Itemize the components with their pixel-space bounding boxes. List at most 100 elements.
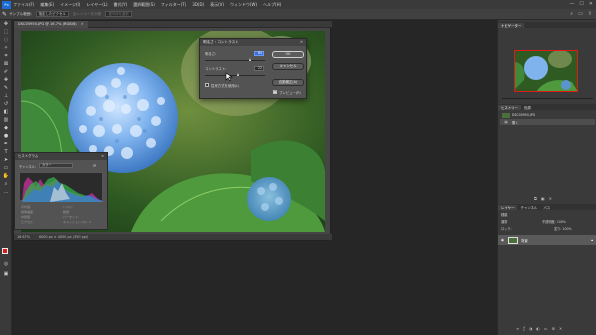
menu-window[interactable]: ウィンドウ(W) [230, 2, 257, 8]
channel-select[interactable]: カラー [39, 163, 73, 168]
stat-median: 中間値: [21, 215, 32, 219]
quick-select-tool-icon[interactable]: ✧ [0, 44, 12, 52]
ok-button[interactable]: OK [272, 51, 304, 58]
quick-mask-icon[interactable]: ◎ [0, 260, 12, 268]
trash-icon[interactable]: ✕ [559, 326, 562, 331]
healing-tool-icon[interactable]: ✚ [0, 76, 12, 84]
new-layer-icon[interactable]: ⊞ [552, 326, 555, 331]
refresh-icon[interactable]: ⟳ [93, 163, 96, 168]
move-tool-icon[interactable]: ✥ [0, 20, 12, 28]
lasso-tool-icon[interactable]: ◌ [0, 36, 12, 44]
tab-layers[interactable]: レイヤー [498, 204, 518, 210]
search-icon[interactable]: ⌕ [570, 11, 573, 17]
minimize-icon[interactable]: — [569, 1, 574, 7]
navigator-zoom-slider[interactable] [502, 98, 593, 99]
fill-field[interactable]: 塗り: 100% [554, 226, 572, 231]
cancel-button[interactable]: キャンセル [272, 63, 304, 70]
history-step-icon: ▤ [504, 120, 508, 124]
tab-navigator[interactable]: ナビゲーター [498, 22, 525, 28]
fx-icon[interactable]: ƒ [523, 326, 524, 331]
menu-file[interactable]: ファイル(F) [13, 2, 34, 8]
link-icon[interactable]: ∞ [516, 326, 519, 331]
workspace-icon[interactable]: ▭ [578, 11, 583, 17]
more-tools-icon[interactable]: … [0, 188, 12, 196]
navigator-view-box[interactable] [514, 50, 578, 92]
close-tab-icon[interactable]: ✕ [81, 22, 84, 26]
eyedropper-tool-icon[interactable]: ✐ [0, 68, 12, 76]
history-step[interactable]: ▤ 開く [500, 119, 595, 125]
zoom-tool-icon[interactable]: ⌕ [0, 180, 12, 188]
mask-icon[interactable]: ◑ [529, 326, 533, 331]
tab-history[interactable]: ヒストリー [498, 104, 521, 110]
tab-channels[interactable]: チャンネル [517, 205, 540, 210]
menu-filter[interactable]: フィルター(T) [161, 2, 186, 8]
brush-tool-icon[interactable]: ✎ [0, 84, 12, 92]
blur-tool-icon[interactable]: ◆ [0, 124, 12, 132]
foreground-color-swatch[interactable] [2, 248, 8, 254]
close-window-icon[interactable]: ✕ [589, 1, 593, 7]
eye-icon[interactable]: ◉ [500, 238, 505, 242]
channel-label: チャンネル: [19, 165, 36, 169]
path-select-tool-icon[interactable]: ➤ [0, 156, 12, 164]
brightness-input[interactable]: 84 [254, 51, 264, 56]
brightness-slider-thumb[interactable] [249, 58, 252, 61]
close-dialog-icon[interactable]: ✕ [300, 39, 303, 46]
brush-icon[interactable]: ✎ [0, 11, 9, 18]
legacy-label[interactable]: 従来方式を使用(L) [211, 83, 239, 88]
stamp-tool-icon[interactable]: ⊥ [0, 92, 12, 100]
menu-view[interactable]: 表示(V) [210, 2, 224, 8]
histogram-header[interactable]: ヒストグラム ≡ [15, 153, 107, 160]
menu-image[interactable]: イメージ(I) [60, 2, 80, 8]
menu-help[interactable]: ヘルプ(H) [263, 2, 281, 8]
gradient-tool-icon[interactable]: ▥ [0, 116, 12, 124]
crop-tool-icon[interactable]: ⌗ [0, 52, 12, 60]
sample-all-layers-checkbox[interactable]: 全レイヤーを対象 [73, 12, 102, 17]
pen-tool-icon[interactable]: ✒ [0, 140, 12, 148]
zoom-level[interactable]: 16.67% [17, 235, 30, 239]
share-icon[interactable]: ⇪ [588, 11, 592, 17]
opacity-field[interactable]: 不透明度: 100% [542, 219, 566, 224]
layer-row-background[interactable]: ◉ 背景 🔒︎ [498, 235, 596, 245]
document-tab-title: DSC05950.JPG @ 16.7% (RGB/8) [18, 21, 77, 26]
tab-adjustments[interactable]: 色調 [521, 105, 534, 110]
sample-select[interactable]: 指定したピクセル [35, 11, 69, 17]
layer-kind-filter[interactable]: 種類 [501, 212, 507, 217]
contrast-input[interactable]: 22 [254, 66, 264, 71]
dodge-tool-icon[interactable]: ● [0, 132, 12, 140]
select-subject-button[interactable]: 被写体を選択 [105, 11, 132, 17]
menu-edit[interactable]: 編集(E) [40, 2, 54, 8]
trash-icon[interactable]: ✕ [549, 196, 552, 201]
preview-label[interactable]: プレビュー(P) [279, 90, 301, 95]
auto-button[interactable]: 自動補正(A) [272, 79, 304, 86]
legacy-checkbox[interactable] [205, 83, 209, 87]
panel-menu-icon[interactable]: ≡ [101, 153, 104, 160]
brightness-slider-track[interactable] [205, 60, 265, 61]
menu-select[interactable]: 選択範囲(S) [133, 2, 155, 8]
shape-tool-icon[interactable]: ▭ [0, 164, 12, 172]
preview-checkbox[interactable] [273, 89, 277, 94]
navigator-preview[interactable] [514, 50, 578, 92]
camera-icon[interactable]: ▣ [541, 196, 545, 201]
eraser-tool-icon[interactable]: ◧ [0, 108, 12, 116]
blend-mode-select[interactable]: 通常 [501, 219, 507, 224]
folder-icon[interactable]: ▭ [544, 326, 548, 331]
frame-tool-icon[interactable]: ⊠ [0, 60, 12, 68]
contrast-slider-track[interactable] [205, 75, 265, 76]
hand-tool-icon[interactable]: ✋ [0, 172, 12, 180]
menu-layer[interactable]: レイヤー(L) [86, 2, 107, 8]
adjust-icon[interactable]: ◐ [536, 326, 540, 331]
menu-3d[interactable]: 3D(D) [192, 2, 204, 7]
history-brush-tool-icon[interactable]: ↺ [0, 100, 12, 108]
dialog-title-bar[interactable]: 明るさ・コントラスト ✕ [200, 39, 306, 46]
screen-mode-icon[interactable]: ▣ [0, 270, 12, 278]
snapshot-icon[interactable]: ⧉ [534, 196, 537, 201]
type-tool-icon[interactable]: T [0, 148, 12, 156]
document-tab[interactable]: DSC05950.JPG @ 16.7% (RGB/8) ✕ [14, 20, 88, 28]
contrast-slider-thumb[interactable] [237, 73, 240, 76]
history-snapshot[interactable]: DSC05950.JPG [500, 112, 595, 118]
maximize-icon[interactable]: ☐ [579, 1, 583, 7]
menu-type[interactable]: 書式(Y) [114, 2, 128, 8]
marquee-tool-icon[interactable]: ⬚ [0, 28, 12, 36]
photoshop-logo-icon[interactable]: Ps [2, 0, 11, 9]
tab-paths[interactable]: パス [540, 205, 553, 210]
